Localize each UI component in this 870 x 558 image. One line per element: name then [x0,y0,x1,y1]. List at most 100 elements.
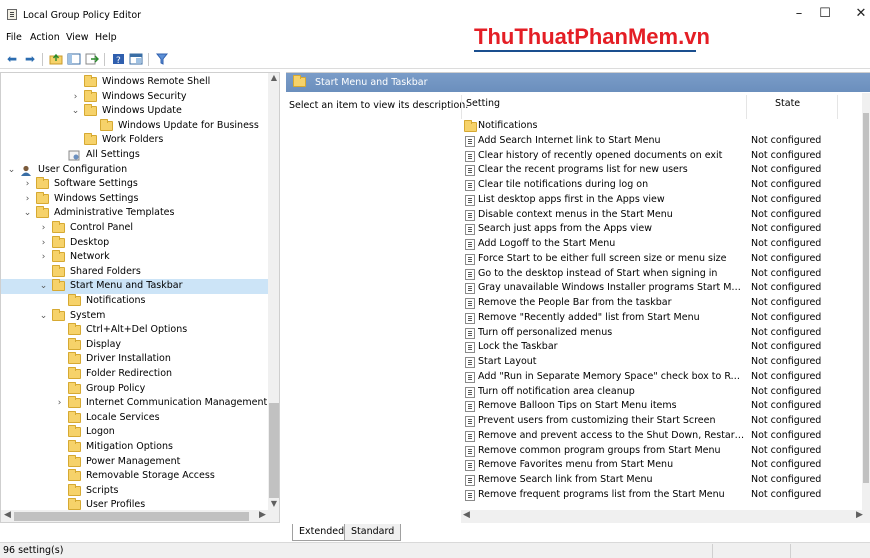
tree-item[interactable]: › Windows Settings [1,191,269,207]
tree-item[interactable]: Ctrl+Alt+Del Options [1,323,269,338]
up-folder-icon[interactable] [48,51,64,67]
setting-row[interactable]: Go to the desktop instead of Start when … [461,267,856,282]
menu-view[interactable]: View [66,32,89,43]
scroll-left-arrow-icon[interactable]: ◀ [4,510,11,520]
tree-item[interactable]: Windows Update for Business [1,118,269,134]
menu-action[interactable]: Action [30,32,60,43]
setting-row[interactable]: Remove Search link from Start Menu Not co… [461,473,856,488]
setting-row[interactable]: Add "Run in Separate Memory Space" check… [461,370,856,385]
setting-row[interactable]: Remove the People Bar from the taskbar No… [461,296,856,311]
scroll-up-arrow-icon[interactable]: ▲ [268,73,279,82]
tree-item[interactable]: Shared Folders [1,264,269,280]
tree-item[interactable]: ⌄ System [1,308,269,324]
setting-row[interactable]: Gray unavailable Windows Installer progr… [461,281,856,296]
help-icon[interactable]: ? [110,51,126,67]
setting-row[interactable]: Clear the recent programs list for new u… [461,163,856,178]
setting-row[interactable]: Turn off notification area cleanup Not co… [461,385,856,400]
tree-item[interactable]: ⌄ Start Menu and Taskbar [1,279,269,295]
list-scroll-thumb[interactable] [863,113,869,483]
setting-row[interactable]: Prevent users from customizing their Sta… [461,414,856,429]
properties-icon[interactable] [128,51,144,67]
tree-item[interactable]: › Software Settings [1,177,269,192]
tree-horizontal-scrollbar[interactable]: ◀ ▶ [1,510,279,522]
tree-item[interactable]: Driver Installation [1,352,269,367]
scroll-right-arrow-icon[interactable]: ▶ [259,510,266,520]
tree-item[interactable]: › Network [1,250,269,265]
setting-row[interactable]: Remove and prevent access to the Shut Do… [461,429,856,444]
setting-row[interactable]: Force Start to be either full screen siz… [461,252,856,267]
list-vertical-scrollbar[interactable] [862,93,870,510]
close-button[interactable]: ✕ [844,2,870,26]
setting-row[interactable]: Clear history of recently opened documen… [461,149,856,164]
collapse-chevron-icon[interactable]: ⌄ [39,310,48,322]
tree-scroll-thumb[interactable] [269,403,279,498]
show-hide-tree-icon[interactable] [66,51,82,67]
tree-item[interactable]: › Desktop [1,235,269,251]
setting-row[interactable]: Start Layout Not configured [461,355,856,370]
expand-chevron-icon[interactable]: › [55,397,64,409]
scroll-right-arrow-icon[interactable]: ▶ [856,510,863,520]
tree-item[interactable]: Removable Storage Access [1,469,269,484]
forward-icon[interactable]: ➡ [22,51,38,67]
tree-vertical-scrollbar[interactable]: ▲ ▼ [268,73,279,510]
expand-chevron-icon[interactable]: › [39,222,48,234]
tree-item[interactable]: Mitigation Options [1,440,269,455]
setting-row[interactable]: Notifications [461,119,856,134]
tree-hscroll-thumb[interactable] [14,512,249,521]
setting-row[interactable]: Remove frequent programs list from the S… [461,488,856,503]
tree-item-label: Driver Installation [86,353,171,365]
tree-item[interactable]: All Settings [1,148,269,163]
setting-row[interactable]: Remove "Recently added" list from Start … [461,311,856,326]
tree-item[interactable]: › Control Panel [1,221,269,236]
setting-row[interactable]: Lock the Taskbar Not configured [461,340,856,355]
setting-row[interactable]: Add Logoff to the Start Menu Not configur… [461,237,856,252]
tree-item[interactable]: Display [1,337,269,353]
tree-item[interactable]: Folder Redirection [1,367,269,382]
expand-chevron-icon[interactable]: › [23,178,32,190]
setting-row[interactable]: Remove Balloon Tips on Start Menu items N… [461,399,856,414]
expand-chevron-icon[interactable]: › [39,251,48,263]
tree-item[interactable]: › Windows Security [1,89,269,105]
collapse-chevron-icon[interactable]: ⌄ [7,164,16,176]
setting-row[interactable]: Clear tile notifications during log on No… [461,178,856,193]
menu-help[interactable]: Help [95,32,117,43]
tree-item[interactable]: Scripts [1,483,269,499]
tree-item[interactable]: › Internet Communication Management [1,396,269,411]
setting-row[interactable]: Remove Favorites menu from Start Menu Not… [461,458,856,473]
expand-chevron-icon[interactable]: › [39,237,48,249]
tree-item[interactable]: Locale Services [1,410,269,426]
list-horizontal-scrollbar[interactable]: ◀ ▶ [461,510,870,523]
scroll-left-arrow-icon[interactable]: ◀ [463,510,470,520]
filter-icon[interactable] [154,51,170,67]
tree-item[interactable]: ⌄ Windows Update [1,104,269,119]
setting-row[interactable]: Add Search Internet link to Start Menu No… [461,134,856,149]
column-header-state[interactable]: State [775,98,800,114]
expand-chevron-icon[interactable]: › [23,193,32,205]
scroll-down-arrow-icon[interactable]: ▼ [268,499,279,508]
expand-chevron-icon[interactable]: › [71,91,80,103]
tree-item[interactable]: Work Folders [1,133,269,148]
tab-extended[interactable]: Extended [292,524,352,541]
back-icon[interactable]: ⬅ [4,51,20,67]
maximize-button[interactable]: ☐ [808,2,842,26]
setting-row[interactable]: Remove common program groups from Start … [461,444,856,459]
tab-standard[interactable]: Standard [344,524,402,541]
tree-item[interactable]: Logon [1,425,269,440]
menu-file[interactable]: File [6,32,22,43]
collapse-chevron-icon[interactable]: ⌄ [71,105,80,117]
tree-item[interactable]: Power Management [1,454,269,470]
tree-item[interactable]: ⌄ Administrative Templates [1,206,269,221]
collapse-chevron-icon[interactable]: ⌄ [39,280,48,292]
column-header-setting[interactable]: Setting [466,98,500,114]
tree-item[interactable]: ⌄ User Configuration [1,163,269,178]
export-list-icon[interactable] [84,51,100,67]
tree-item[interactable]: Group Policy [1,381,269,397]
setting-row[interactable]: List desktop apps first in the Apps view… [461,193,856,208]
collapse-chevron-icon[interactable]: ⌄ [23,207,32,219]
tree-item[interactable]: Windows Remote Shell [1,75,269,90]
setting-row[interactable]: Search just apps from the Apps view Not c… [461,222,856,237]
policy-setting-icon [465,298,475,309]
setting-row[interactable]: Disable context menus in the Start Menu N… [461,208,856,223]
tree-item[interactable]: Notifications [1,294,269,309]
setting-row[interactable]: Turn off personalized menus Not configure… [461,326,856,341]
